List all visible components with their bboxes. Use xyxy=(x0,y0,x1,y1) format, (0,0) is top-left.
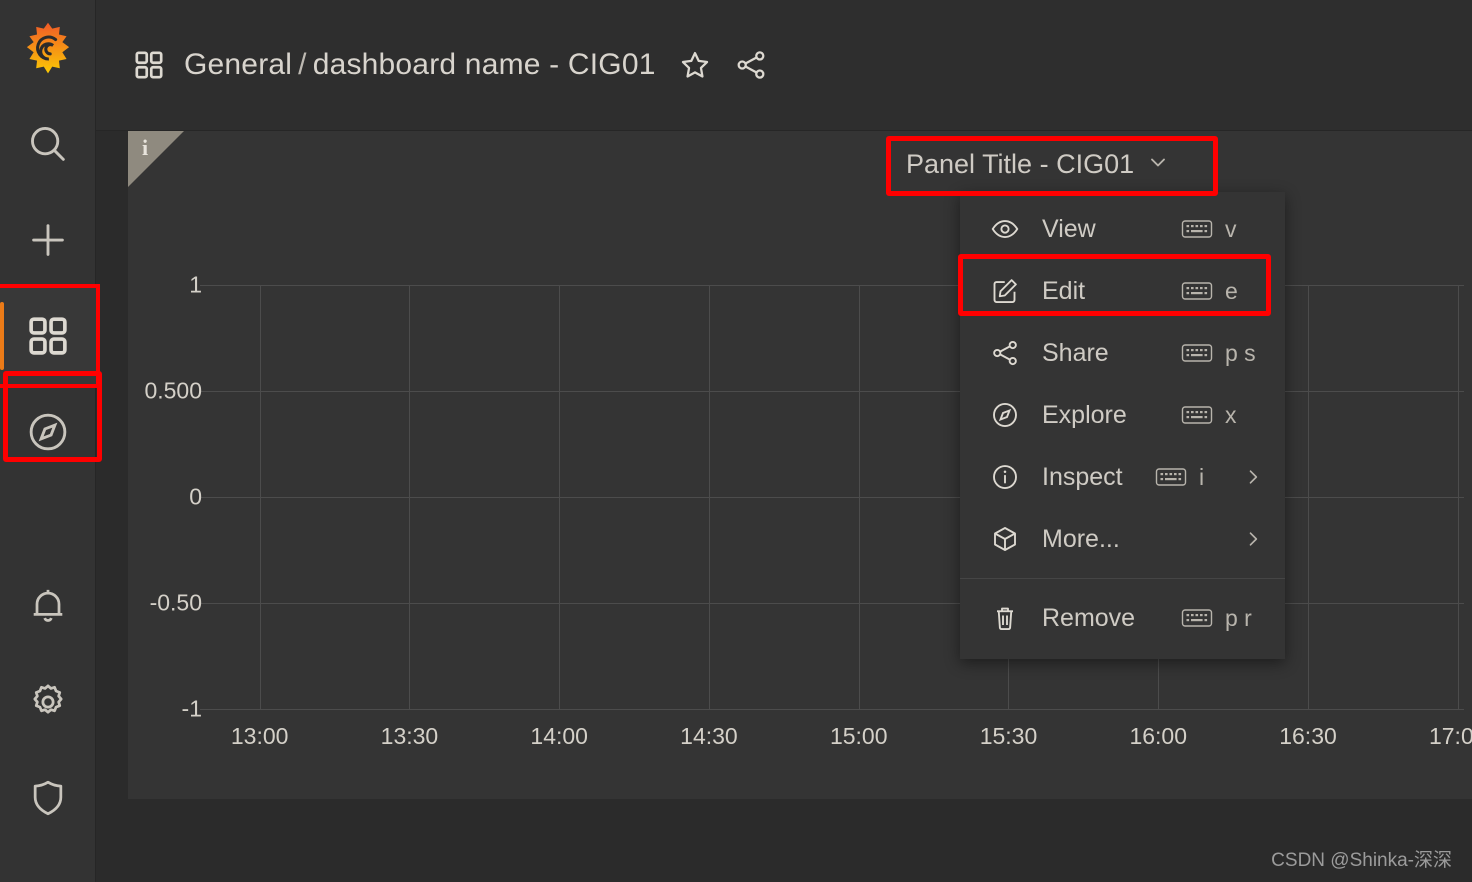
bell-icon xyxy=(26,584,70,628)
cube-icon xyxy=(988,524,1022,554)
x-axis-tick: 14:30 xyxy=(680,723,738,749)
breadcrumb-folder[interactable]: General xyxy=(184,48,292,81)
menu-item-more[interactable]: More... xyxy=(960,508,1285,570)
y-axis-tick: 1 xyxy=(189,271,202,298)
gridline-x-1330 xyxy=(409,285,411,709)
chevron-right-icon xyxy=(1243,467,1263,487)
trash-icon xyxy=(988,603,1022,633)
sidebar-item-server-admin[interactable] xyxy=(0,750,96,846)
menu-item-shortcut: x xyxy=(1225,401,1237,428)
panel-title-dropdown[interactable]: Panel Title - CIG01 xyxy=(884,141,1192,188)
menu-item-remove[interactable]: Remove p r xyxy=(960,587,1285,649)
pencil-square-icon xyxy=(988,276,1022,306)
menu-item-share[interactable]: Share p s xyxy=(960,322,1285,384)
left-sidebar xyxy=(0,0,100,882)
star-icon[interactable] xyxy=(678,48,712,82)
shield-icon xyxy=(26,776,70,820)
y-axis-tick: -1 xyxy=(181,695,202,722)
top-header: General / dashboard name - CIG01 xyxy=(96,0,1472,131)
sidebar-item-alerting[interactable] xyxy=(0,558,96,654)
keyboard-icon xyxy=(1155,465,1187,489)
gridline-x-1300 xyxy=(259,285,261,709)
menu-item-label: Explore xyxy=(1042,400,1127,429)
breadcrumb: General / dashboard name - CIG01 xyxy=(184,48,656,82)
gridline-x-1430 xyxy=(708,285,710,709)
y-axis-tick: -0.50 xyxy=(149,589,202,616)
watermark: CSDN @Shinka-深深 xyxy=(1271,850,1452,871)
menu-item-label: Remove xyxy=(1042,603,1136,632)
x-axis-tick: 13:00 xyxy=(230,723,289,749)
menu-item-shortcut: i xyxy=(1199,463,1205,490)
sidebar-item-dashboards[interactable] xyxy=(0,284,100,388)
eye-icon xyxy=(988,214,1022,244)
gridline-x-1400 xyxy=(559,285,561,709)
sidebar-nav-bottom xyxy=(0,558,96,882)
breadcrumb-dashboard-title[interactable]: dashboard name - CIG01 xyxy=(313,48,656,81)
panel-context-menu: View v Edit e Share p s Explore x Inspec… xyxy=(960,192,1285,659)
gridline-x-1500 xyxy=(858,285,860,709)
menu-item-shortcut: e xyxy=(1225,277,1238,304)
gridline-y--1 xyxy=(200,709,1464,710)
chevron-down-icon xyxy=(1146,150,1170,179)
sidebar-item-search[interactable] xyxy=(0,96,96,192)
menu-divider xyxy=(960,578,1285,579)
menu-item-label: Share xyxy=(1042,338,1109,367)
sidebar-nav-top xyxy=(0,96,100,480)
grafana-dashboard-page: General / dashboard name - CIG01 i Panel T… xyxy=(0,0,1472,882)
info-indicator: i xyxy=(142,135,149,160)
search-icon xyxy=(25,121,71,167)
keyboard-icon xyxy=(1181,341,1213,365)
share-icon[interactable] xyxy=(734,48,768,82)
compass-icon xyxy=(988,400,1022,430)
menu-item-inspect[interactable]: Inspect i xyxy=(960,446,1285,508)
gridline-x-1630 xyxy=(1308,285,1309,709)
compass-icon xyxy=(25,409,71,455)
panel-info-corner[interactable] xyxy=(128,131,184,187)
x-axis-tick: 16:30 xyxy=(1279,723,1337,749)
info-circle-icon xyxy=(988,462,1022,492)
x-axis-tick: 15:30 xyxy=(979,723,1038,749)
grafana-logo[interactable] xyxy=(0,0,96,96)
apps-grid-icon xyxy=(25,313,71,359)
x-axis-tick: 13:30 xyxy=(380,723,439,749)
y-axis-tick: 0 xyxy=(189,483,202,510)
x-axis-tick: 17:00 xyxy=(1428,723,1472,749)
sidebar-item-create[interactable] xyxy=(0,192,96,288)
breadcrumb-apps-grid-icon[interactable] xyxy=(132,48,166,82)
menu-item-label: Inspect xyxy=(1042,462,1123,491)
menu-item-shortcut: v xyxy=(1225,215,1237,242)
keyboard-icon xyxy=(1181,217,1213,241)
x-axis-tick: 16:00 xyxy=(1129,723,1188,749)
menu-item-label: View xyxy=(1042,214,1096,243)
sidebar-item-explore[interactable] xyxy=(0,384,96,480)
x-axis-tick: 15:00 xyxy=(829,723,888,749)
menu-item-label: More... xyxy=(1042,524,1120,553)
menu-item-label: Edit xyxy=(1042,276,1086,305)
x-axis-tick: 14:00 xyxy=(530,723,588,749)
keyboard-icon xyxy=(1181,279,1213,303)
gear-icon xyxy=(26,680,70,724)
panel-title: Panel Title - CIG01 xyxy=(906,149,1135,179)
menu-item-view[interactable]: View v xyxy=(960,198,1285,260)
sidebar-item-configuration[interactable] xyxy=(0,654,96,750)
menu-item-edit[interactable]: Edit e xyxy=(960,260,1285,322)
plus-icon xyxy=(25,217,71,263)
chevron-right-icon xyxy=(1243,529,1263,549)
gridline-x-1700 xyxy=(1457,285,1459,709)
y-axis-tick: 0.500 xyxy=(144,377,202,404)
menu-item-shortcut: p r xyxy=(1225,604,1252,631)
menu-item-shortcut: p s xyxy=(1225,339,1256,366)
menu-item-explore[interactable]: Explore x xyxy=(960,384,1285,446)
share-icon xyxy=(988,338,1022,368)
keyboard-icon xyxy=(1181,403,1213,427)
breadcrumb-separator: / xyxy=(298,48,307,81)
keyboard-icon xyxy=(1181,606,1213,630)
